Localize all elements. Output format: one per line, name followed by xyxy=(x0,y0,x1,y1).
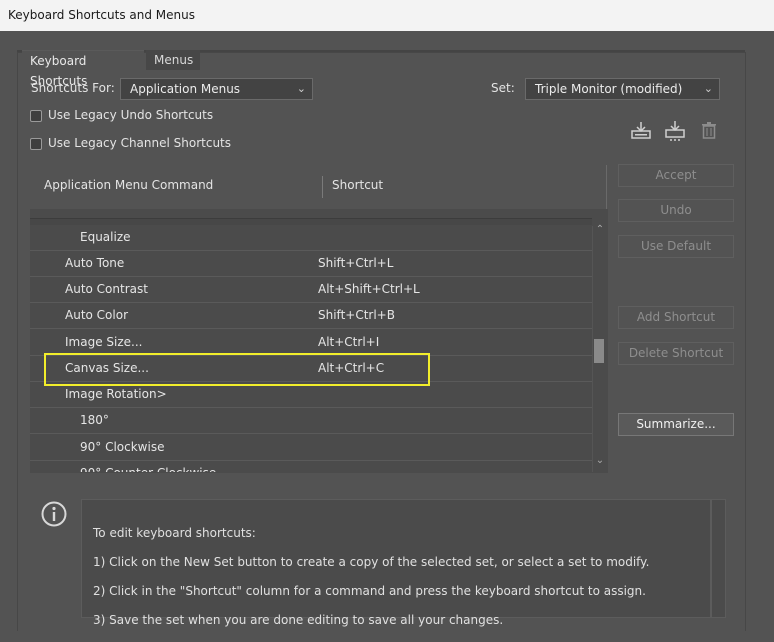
window-title: Keyboard Shortcuts and Menus xyxy=(8,8,195,22)
info-line: 2) Click in the "Shortcut" column for a … xyxy=(93,583,646,598)
row-command: Canvas Size... xyxy=(65,361,149,375)
save-set-icon[interactable] xyxy=(630,120,652,142)
info-scrollbar[interactable] xyxy=(711,499,726,618)
column-header-shortcut[interactable]: Shortcut xyxy=(332,178,383,192)
use-default-button[interactable]: Use Default xyxy=(618,235,734,258)
summarize-button[interactable]: Summarize... xyxy=(618,413,734,436)
row-command: Auto Color xyxy=(65,308,129,322)
tab-keyboard-shortcuts[interactable]: Keyboard Shortcuts xyxy=(22,50,144,88)
table-row-selected[interactable]: Canvas Size... Alt+Ctrl+C xyxy=(30,356,592,382)
scroll-down-icon[interactable]: ⌄ xyxy=(594,455,606,467)
row-shortcut[interactable]: Alt+Shift+Ctrl+L xyxy=(318,277,420,302)
header-divider xyxy=(606,165,607,209)
table-row[interactable]: Auto Contrast Alt+Shift+Ctrl+L xyxy=(30,277,592,303)
legacy-channel-checkbox[interactable] xyxy=(30,138,42,150)
undo-button[interactable]: Undo xyxy=(618,199,734,222)
add-shortcut-button[interactable]: Add Shortcut xyxy=(618,306,734,329)
row-command: 90° Clockwise xyxy=(80,440,165,454)
row-clip: 90° Counter Clockwise xyxy=(30,461,592,472)
row-shortcut[interactable]: Alt+Ctrl+I xyxy=(318,330,379,355)
save-set-as-icon[interactable] xyxy=(664,120,686,142)
row-shortcut[interactable]: Alt+Ctrl+C xyxy=(318,356,384,381)
set-select[interactable]: Triple Monitor (modified) ⌄ xyxy=(525,78,720,100)
chevron-down-icon: ⌄ xyxy=(703,82,713,95)
title-bar: Keyboard Shortcuts and Menus xyxy=(0,0,774,31)
row-command: Image Size... xyxy=(65,335,143,349)
shortcuts-for-value: Application Menus xyxy=(130,82,241,96)
legacy-undo-label: Use Legacy Undo Shortcuts xyxy=(48,108,214,122)
delete-shortcut-button[interactable]: Delete Shortcut xyxy=(618,342,734,365)
trash-icon[interactable] xyxy=(698,120,720,142)
legacy-channel-label: Use Legacy Channel Shortcuts xyxy=(48,136,232,150)
table-row[interactable]: Equalize xyxy=(30,225,592,251)
shortcuts-for-select[interactable]: Application Menus ⌄ xyxy=(120,78,313,100)
info-line: 3) Save the set when you are done editin… xyxy=(93,612,504,627)
table-row[interactable]: 180° xyxy=(30,408,592,434)
row-shortcut[interactable]: Shift+Ctrl+B xyxy=(318,303,395,328)
scroll-up-icon[interactable]: ⌃ xyxy=(594,224,606,236)
table-row[interactable]: Image Size... Alt+Ctrl+I xyxy=(30,330,592,356)
column-divider xyxy=(322,176,323,198)
set-value: Triple Monitor (modified) xyxy=(535,82,683,96)
column-header-command[interactable]: Application Menu Command xyxy=(44,178,213,192)
set-label: Set: xyxy=(491,81,515,95)
row-command: Equalize xyxy=(80,230,131,244)
info-text: To edit keyboard shortcuts: 1) Click on … xyxy=(93,511,649,642)
table-row[interactable]: 90° Clockwise xyxy=(30,435,592,461)
legacy-undo-checkbox[interactable] xyxy=(30,110,42,122)
info-line: 1) Click on the New Set button to create… xyxy=(93,554,650,569)
row-command: 180° xyxy=(80,413,109,427)
table-row[interactable]: 90° Counter Clockwise xyxy=(30,461,592,472)
table-row[interactable]: Auto Color Shift+Ctrl+B xyxy=(30,303,592,329)
row-command: Auto Contrast xyxy=(65,282,148,296)
row-shortcut[interactable]: Shift+Ctrl+L xyxy=(318,251,393,276)
accept-button[interactable]: Accept xyxy=(618,164,734,187)
tab-menus[interactable]: Menus xyxy=(146,50,200,70)
scrollbar-thumb[interactable] xyxy=(594,339,604,363)
row-command: Image Rotation> xyxy=(65,387,167,401)
info-icon xyxy=(40,500,68,531)
chevron-down-icon: ⌄ xyxy=(296,82,306,95)
shortcuts-for-label: Shortcuts For: xyxy=(31,81,115,95)
table-row[interactable]: Auto Tone Shift+Ctrl+L xyxy=(30,251,592,277)
info-line: To edit keyboard shortcuts: xyxy=(93,525,256,540)
table-row[interactable]: Image Rotation> xyxy=(30,382,592,408)
row-command: Auto Tone xyxy=(65,256,125,270)
row-command: 90° Counter Clockwise xyxy=(80,461,216,472)
